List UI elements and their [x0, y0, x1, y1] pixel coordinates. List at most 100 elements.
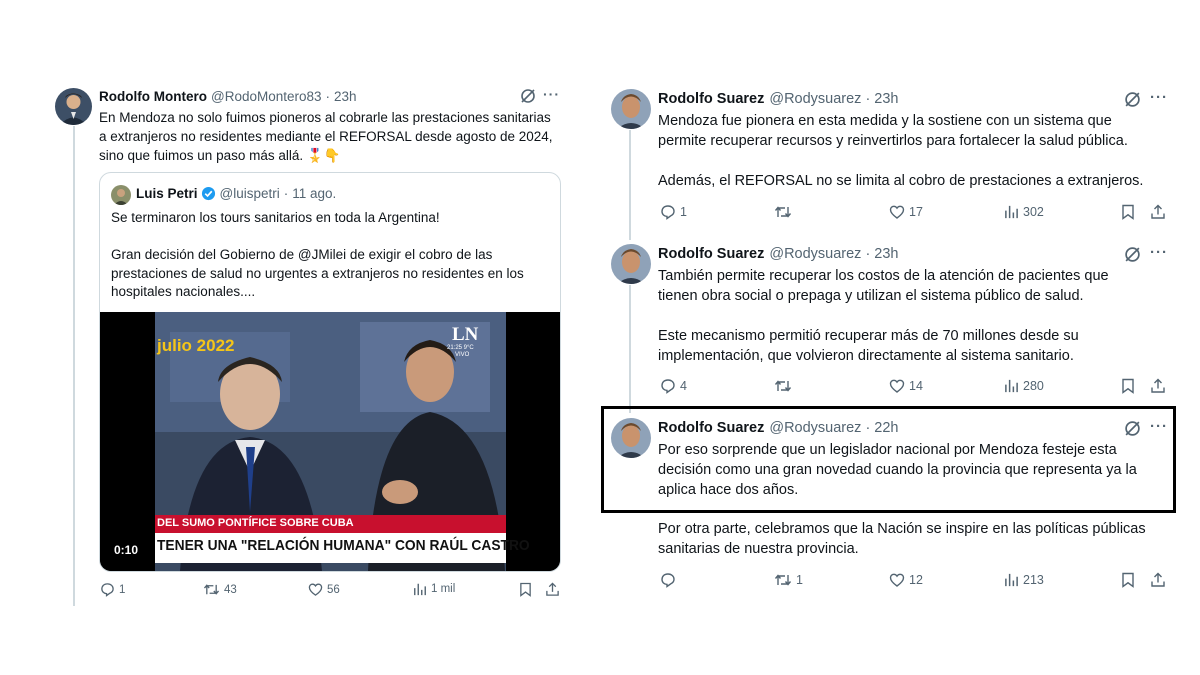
- retweet-button[interactable]: [774, 204, 796, 220]
- reply-icon: [661, 379, 675, 394]
- retweet-icon: [774, 380, 792, 392]
- verified-badge-icon: [201, 186, 216, 201]
- thread-line: [629, 130, 631, 240]
- like-button[interactable]: 17: [889, 204, 923, 220]
- share-button[interactable]: [1150, 571, 1166, 588]
- video-player[interactable]: julio 2022 LN 21:25 9°C VIVO DEL SUMO PO…: [100, 312, 560, 571]
- like-button[interactable]: 56: [308, 582, 340, 597]
- avatar-luis-petri[interactable]: [111, 185, 131, 205]
- reply-button[interactable]: 4: [660, 378, 687, 394]
- grok-icon[interactable]: [1124, 91, 1141, 113]
- tweet-text: Mendoza fue pionera en esta medida y la …: [658, 113, 1144, 189]
- channel-live: VIVO: [455, 352, 470, 358]
- retweet-count: 1: [796, 573, 803, 587]
- views-count: 302: [1023, 204, 1044, 219]
- thread-line: [629, 285, 631, 413]
- more-icon[interactable]: ···: [1150, 89, 1168, 106]
- quote-author[interactable]: Luis Petri: [136, 186, 198, 201]
- tweet-handle[interactable]: @Rodysuarez: [769, 246, 861, 262]
- video-duration: 0:10: [114, 543, 139, 557]
- retweet-icon: [203, 584, 220, 595]
- share-icon: [1151, 572, 1165, 587]
- bookmark-icon: [1122, 378, 1134, 394]
- channel-time: 21:25 9°C: [447, 345, 474, 351]
- share-button[interactable]: [545, 581, 560, 597]
- like-icon: [889, 379, 905, 393]
- avatar-rodolfo-suarez[interactable]: [611, 89, 651, 129]
- like-icon: [889, 573, 905, 587]
- quote-text: Se terminaron los tours sanitarios en to…: [111, 210, 524, 299]
- views-icon: [1005, 379, 1018, 393]
- avatar-rodolfo-suarez[interactable]: [611, 244, 651, 284]
- share-icon: [1151, 204, 1165, 219]
- share-button[interactable]: [1150, 377, 1166, 394]
- views-icon: [1005, 205, 1018, 219]
- reply-count: 1: [680, 205, 687, 219]
- separator-dot: ·: [325, 89, 331, 104]
- more-icon[interactable]: ···: [543, 86, 560, 102]
- video-date-overlay: julio 2022: [157, 336, 235, 355]
- retweet-button[interactable]: [774, 378, 796, 394]
- views-count: 280: [1023, 378, 1044, 393]
- retweet-count: 43: [224, 583, 237, 596]
- retweet-button[interactable]: 1: [774, 572, 803, 588]
- like-count: 12: [909, 573, 923, 587]
- tweet-time[interactable]: 23h: [874, 91, 898, 107]
- tweet-text: En Mendoza no solo fuimos pioneros al co…: [99, 110, 553, 163]
- share-button[interactable]: [1150, 203, 1166, 220]
- channel-logo: LN: [452, 324, 479, 345]
- like-count: 14: [909, 379, 923, 393]
- like-icon: [308, 583, 323, 596]
- bookmark-icon: [1122, 572, 1134, 588]
- bookmark-icon: [1122, 204, 1134, 220]
- views-button[interactable]: 280: [1004, 378, 1044, 393]
- bookmark-button[interactable]: [519, 582, 532, 597]
- like-button[interactable]: 12: [889, 572, 923, 588]
- grok-icon[interactable]: [520, 88, 536, 109]
- tweet-text: Por otra parte, celebramos que la Nación…: [658, 521, 1146, 557]
- bookmark-button[interactable]: [1121, 572, 1135, 588]
- views-button[interactable]: 302: [1004, 204, 1044, 219]
- tweet-author[interactable]: Rodolfo Suarez: [658, 246, 764, 262]
- more-icon[interactable]: ···: [1150, 244, 1168, 261]
- retweet-button[interactable]: 43: [203, 582, 237, 597]
- bookmark-button[interactable]: [1121, 378, 1135, 394]
- video-ticker-top: DEL SUMO PONTÍFICE SOBRE CUBA: [157, 517, 354, 529]
- reply-icon: [661, 205, 675, 220]
- bookmark-button[interactable]: [1121, 204, 1135, 220]
- video-ticker-main: TENER UNA "RELACIÓN HUMANA" CON RAÚL CAS…: [157, 537, 530, 554]
- views-button[interactable]: 1 mil: [413, 582, 455, 596]
- separator-dot: ·: [865, 246, 871, 262]
- reply-icon: [661, 573, 675, 588]
- tweet-author[interactable]: Rodolfo Montero: [99, 89, 207, 104]
- share-icon: [546, 582, 559, 596]
- tweet-author[interactable]: Rodolfo Suarez: [658, 91, 764, 107]
- quoted-tweet[interactable]: Luis Petri @luispetri · 11 ago. Se termi…: [99, 172, 561, 572]
- tweet-time[interactable]: 23h: [874, 246, 898, 262]
- retweet-icon: [774, 574, 792, 586]
- views-button[interactable]: 213: [1004, 572, 1044, 587]
- bookmark-icon: [520, 582, 531, 597]
- like-count: 56: [327, 583, 340, 596]
- thread-line: [73, 126, 75, 606]
- views-count: 213: [1023, 572, 1044, 587]
- views-count: 1 mil: [431, 583, 456, 595]
- like-button[interactable]: 14: [889, 378, 923, 394]
- tweet-handle[interactable]: @RodoMontero83: [211, 89, 322, 104]
- views-icon: [414, 583, 426, 596]
- highlight-box: [601, 406, 1176, 513]
- quote-date[interactable]: 11 ago.: [292, 186, 336, 201]
- reply-count: 1: [119, 583, 126, 596]
- like-count: 17: [909, 205, 923, 219]
- quote-handle[interactable]: @luispetri: [220, 186, 280, 201]
- separator-dot: ·: [283, 186, 289, 201]
- reply-button[interactable]: [660, 572, 680, 588]
- grok-icon[interactable]: [1124, 246, 1141, 268]
- reply-icon: [101, 583, 114, 597]
- separator-dot: ·: [865, 91, 871, 107]
- reply-button[interactable]: 1: [100, 582, 125, 597]
- tweet-time[interactable]: 23h: [334, 89, 357, 104]
- reply-button[interactable]: 1: [660, 204, 687, 220]
- avatar-rodolfo-montero[interactable]: [55, 88, 92, 125]
- tweet-handle[interactable]: @Rodysuarez: [769, 91, 861, 107]
